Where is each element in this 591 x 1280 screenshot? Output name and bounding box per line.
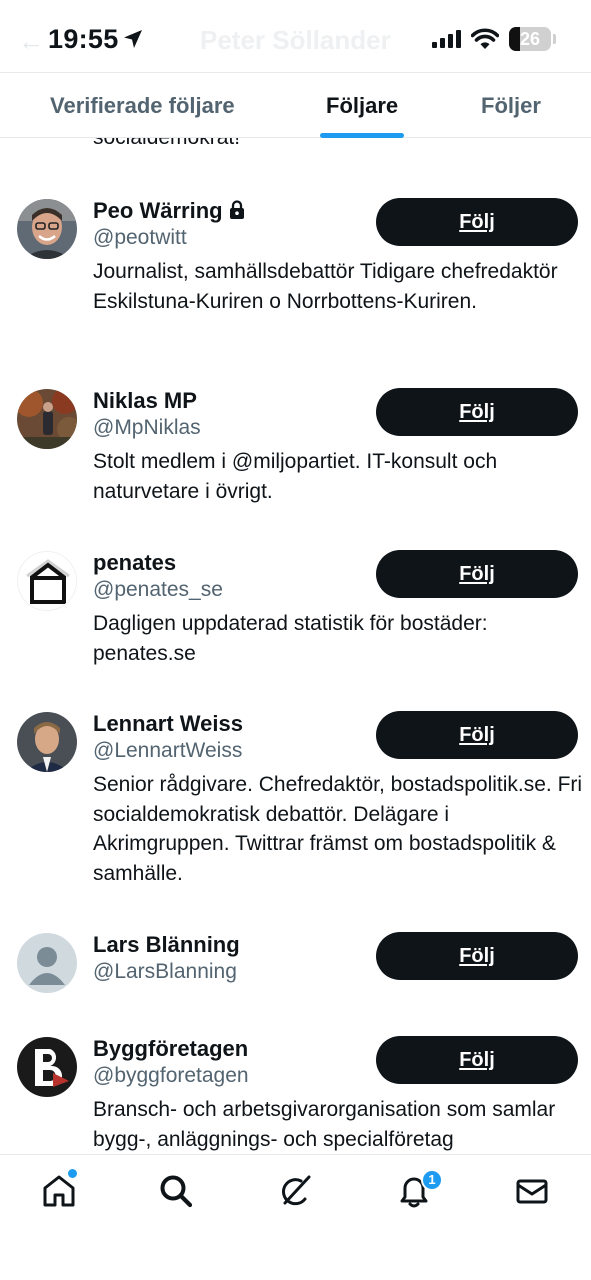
wifi-icon <box>471 28 499 49</box>
user-name[interactable]: Peo Wärring <box>93 198 245 224</box>
tab-followers[interactable]: Följare <box>326 93 398 119</box>
user-bio: Journalist, samhällsdebattör Tidigare ch… <box>93 260 558 313</box>
tab-following[interactable]: Följer <box>481 93 541 119</box>
user-handle: @byggforetagen <box>93 1064 249 1087</box>
avatar[interactable] <box>17 199 77 259</box>
user-name[interactable]: Niklas MP <box>93 388 197 414</box>
user-name[interactable]: penates <box>93 550 176 576</box>
avatar[interactable] <box>17 712 77 772</box>
avatar[interactable] <box>17 1037 77 1097</box>
status-time: 19:55 <box>48 24 119 54</box>
follow-button[interactable]: Följ <box>376 388 578 436</box>
follow-button[interactable]: Följ <box>376 711 578 759</box>
cellular-signal-icon <box>432 30 461 48</box>
user-bio: Dagligen uppdaterad statistik för bostäd… <box>93 612 488 665</box>
user-name[interactable]: Lars Blänning <box>93 932 240 958</box>
lock-icon <box>229 200 244 219</box>
tab-verified-followers[interactable]: Verifierade följare <box>50 93 235 119</box>
followers-tabs: Verifierade följare Följare Följer <box>0 72 591 138</box>
bottom-navigation: 1 <box>0 1154 591 1280</box>
top-bar: ← Peter Söllander 19:55 26 <box>0 0 591 72</box>
user-name-text: Peo Wärring <box>93 198 223 223</box>
user-handle: @peotwitt <box>93 226 187 249</box>
follower-list[interactable]: socialdemokrat! Peo Wärring @peotwitt Jo… <box>0 138 591 1154</box>
avatar[interactable] <box>17 389 77 449</box>
battery-icon: 26 <box>509 27 551 51</box>
user-handle: @MpNiklas <box>93 416 201 439</box>
battery-tip <box>553 34 556 44</box>
mail-icon[interactable] <box>514 1173 550 1209</box>
user-bio: Stolt medlem i @miljopartiet. IT-konsult… <box>93 450 498 503</box>
user-name[interactable]: Byggföretagen <box>93 1036 248 1062</box>
user-bio: Bransch- och arbetsgivarorganisation som… <box>93 1098 556 1151</box>
user-name[interactable]: Lennart Weiss <box>93 711 243 737</box>
active-tab-indicator <box>320 133 404 138</box>
home-notification-dot <box>68 1169 77 1178</box>
grok-icon[interactable] <box>277 1173 313 1209</box>
profile-title: Peter Söllander <box>200 25 391 55</box>
follow-button[interactable]: Följ <box>376 550 578 598</box>
battery-level: 26 <box>519 29 541 49</box>
home-icon[interactable] <box>41 1173 77 1209</box>
notification-badge: 1 <box>421 1169 443 1191</box>
follow-button[interactable]: Följ <box>376 198 578 246</box>
user-handle: @LarsBlanning <box>93 960 237 983</box>
follow-button[interactable]: Följ <box>376 1036 578 1084</box>
user-handle: @penates_se <box>93 578 223 601</box>
avatar[interactable] <box>17 933 77 993</box>
search-icon[interactable] <box>158 1173 194 1209</box>
location-arrow-icon <box>124 30 142 48</box>
user-handle: @LennartWeiss <box>93 739 243 762</box>
follow-button[interactable]: Följ <box>376 932 578 980</box>
avatar[interactable] <box>17 551 77 611</box>
back-arrow-icon[interactable]: ← <box>18 26 44 57</box>
previous-user-bio: socialdemokrat! <box>93 138 240 150</box>
user-bio: Senior rådgivare. Chefredaktör, bostadsp… <box>93 773 583 885</box>
